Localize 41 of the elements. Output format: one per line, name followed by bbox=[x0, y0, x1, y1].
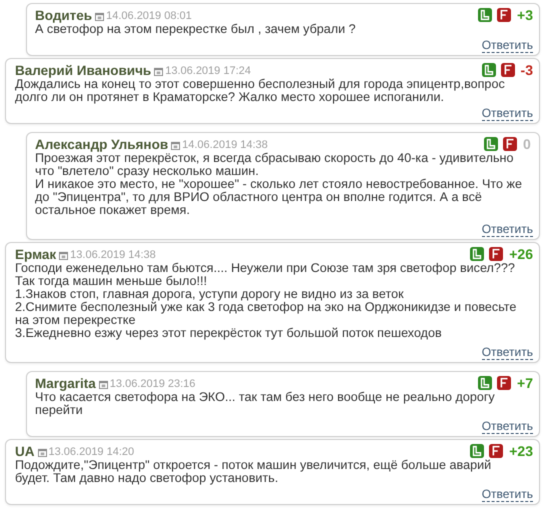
author-name: Валерий Ивановичь bbox=[15, 62, 152, 78]
vote-score: 0 bbox=[523, 136, 532, 152]
reply-link[interactable]: Ответить bbox=[482, 38, 533, 53]
calendar-icon bbox=[38, 448, 46, 456]
calendar-icon bbox=[95, 12, 104, 20]
comment-text: Подождите,"Эпицентр" откроется - поток машин увеличится, ещё больше аварий будет. Там давно надо светофор установить. bbox=[15, 459, 492, 485]
reply-link[interactable]: Ответить bbox=[482, 419, 533, 434]
comment-date: 13.06.2019 23:16 bbox=[110, 378, 196, 390]
comment-text: Проезжая этот перекрёсток, я всегда сбрасываю скорость до 40-ка - удивительно что "влетело" сразу несколько машин. bbox=[35, 152, 514, 178]
comment-text: Дождались на конец то этот совершенно бесполезный для города эпицентр,вопрос долго ли он протянет в Краматорске? Жалко место хорошее испоганили. bbox=[15, 78, 506, 104]
comment-text: Так тогда машин меньше было!!! bbox=[15, 275, 208, 288]
author-name: UA bbox=[15, 444, 34, 458]
reply-link[interactable]: Ответить bbox=[482, 345, 533, 360]
reply-link[interactable]: Ответить bbox=[482, 106, 533, 121]
author-name: Водитеь bbox=[35, 8, 92, 22]
comment-text: Что касается светофора на ЭКО... так там без него вообще не реально дорогу перейти bbox=[35, 391, 496, 417]
calendar-icon bbox=[171, 140, 180, 150]
comment-date: 13.06.2019 14:20 bbox=[48, 446, 134, 458]
vote-score: +3 bbox=[517, 7, 533, 23]
calendar-icon bbox=[98, 380, 108, 388]
comment-text: А светофор на этом перекрестке был , зачем убрали ? bbox=[35, 23, 357, 36]
comment-text: Господи еженедельно там бьются.... Неужели при Союзе там зря светофор висел??? bbox=[15, 262, 516, 275]
comment-date: 14.06.2019 08:01 bbox=[106, 10, 192, 22]
vote-score: +7 bbox=[517, 375, 533, 391]
comment-date: 13.06.2019 17:24 bbox=[165, 65, 251, 77]
comment-text: И никакое это место, не "хорошее" - сколько лет стояло невостребованное. Что же до "Эпицентра", то для ВРИО областного центра он вполне годится. А а всё остальное покажет время. bbox=[35, 178, 523, 217]
calendar-icon bbox=[59, 250, 68, 260]
comment-text: 1.Знаков стоп, главная дорога, уступи дорогу не видно из за веток bbox=[15, 288, 405, 301]
comment-text: 2.Снимите бесполезный уже как 3 года светофор на эко на Орджоникидзе и повесьте на этом перекрестке bbox=[15, 301, 518, 327]
comment-date: 13.06.2019 14:38 bbox=[70, 249, 156, 261]
author-name: Александр Ульянов bbox=[35, 136, 168, 152]
vote-score: +23 bbox=[509, 443, 533, 459]
vote-score: -3 bbox=[520, 62, 533, 78]
calendar-icon bbox=[154, 66, 164, 76]
author-name: Ермак bbox=[15, 246, 56, 262]
reply-link[interactable]: Ответить bbox=[482, 222, 533, 237]
author-name: Margarita bbox=[35, 376, 96, 390]
comment-text: 3.Ежедневно езжу через этот перекрёсток тут большой поток пешеходов bbox=[15, 327, 443, 340]
reply-link[interactable]: Ответить bbox=[482, 487, 533, 502]
vote-score: +26 bbox=[509, 246, 533, 262]
comment-date: 14.06.2019 14:38 bbox=[182, 139, 268, 151]
